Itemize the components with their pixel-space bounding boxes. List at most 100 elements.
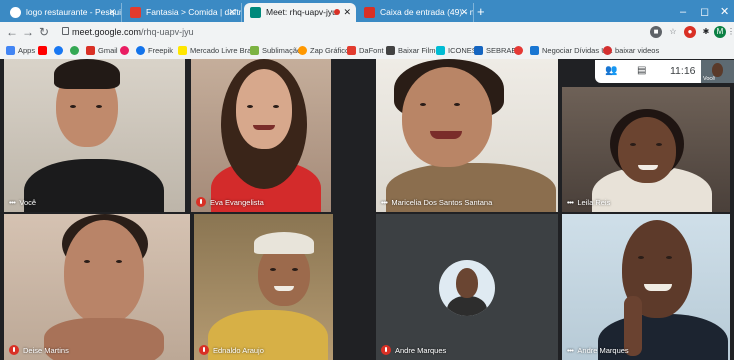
new-tab-button[interactable]: + xyxy=(477,3,485,21)
apps-grid-icon xyxy=(6,46,15,55)
extension-icon[interactable]: ● xyxy=(684,26,696,38)
flower-icon xyxy=(120,46,129,55)
bookmark-gmail[interactable]: Gmail xyxy=(86,42,118,59)
browser-tab-gmail[interactable]: Caixa de entrada (49) - marcelin... ✕ xyxy=(358,3,474,22)
bookmark-sebrae[interactable]: SEBRAE xyxy=(474,42,516,59)
self-view[interactable]: Você xyxy=(701,60,734,83)
participant-tile[interactable]: Andre Marques xyxy=(376,214,558,360)
bookmark-zap-grafico[interactable]: Zap Gráfico xyxy=(298,42,349,59)
participant-video xyxy=(4,59,185,212)
participant-video xyxy=(562,87,730,212)
red-circle-icon xyxy=(514,46,523,55)
bookmark-apps[interactable]: Apps xyxy=(6,42,35,59)
address-toolbar: ← → ↻ meet.google.com/rhq-uapv-jyu ■ ☆ ●… xyxy=(0,22,734,42)
chat-icon[interactable]: ▤ xyxy=(637,64,646,78)
maximize-button[interactable]: ◻ xyxy=(700,3,709,21)
bookmark-facebook[interactable] xyxy=(54,42,66,59)
reload-icon[interactable]: ↻ xyxy=(39,24,49,40)
menu-kebab-icon[interactable]: ⋮ xyxy=(727,26,734,38)
freepik-icon xyxy=(136,46,145,55)
camera-indicator-icon[interactable]: ■ xyxy=(650,26,662,38)
minimize-button[interactable]: – xyxy=(680,3,686,21)
participant-tile[interactable]: Deise Martins xyxy=(4,214,190,360)
forward-arrow-icon[interactable]: → xyxy=(22,24,34,40)
gmail-icon xyxy=(86,46,95,55)
browser-tab-dafont[interactable]: Fantasia > Comida | daftrd.com ✕ xyxy=(124,3,242,22)
people-icon[interactable]: 👥 xyxy=(605,64,617,78)
audio-level-icon: ••• xyxy=(381,198,388,207)
mercado-livre-icon xyxy=(178,46,187,55)
sublimacao-icon xyxy=(250,46,259,55)
bookmark-whatsapp[interactable] xyxy=(70,42,82,59)
meeting-clock: 11:16 xyxy=(670,65,696,77)
bookmark-dafont[interactable]: DaFont xyxy=(347,42,384,59)
participant-tile[interactable]: ••• Você xyxy=(4,59,185,212)
participant-tile[interactable]: Ednaldo Araujo xyxy=(194,214,333,360)
participant-name: ••• Você xyxy=(9,198,37,207)
self-view-label: Você xyxy=(703,76,716,82)
google-icon xyxy=(10,7,21,18)
whatsapp-icon xyxy=(70,46,79,55)
sebrae-icon xyxy=(474,46,483,55)
gmail-icon xyxy=(364,7,375,18)
participant-tile[interactable]: ••• Andre Marques xyxy=(562,214,730,360)
daft-icon xyxy=(130,7,141,18)
mic-off-icon xyxy=(381,345,391,355)
participant-tile[interactable]: ••• Leila Reis xyxy=(562,87,730,212)
bookmark-pink[interactable] xyxy=(120,42,132,59)
negociar-icon xyxy=(530,46,539,55)
facebook-icon xyxy=(54,46,63,55)
bookmark-sublimacao[interactable]: Sublimação xyxy=(250,42,301,59)
close-tab-icon[interactable]: ✕ xyxy=(228,3,236,22)
audio-level-icon: ••• xyxy=(567,198,574,207)
audio-level-icon: ••• xyxy=(567,346,574,355)
folder-icon xyxy=(386,46,395,55)
browser-tab-meet[interactable]: Meet: rhq-uapv-jyu ✕ xyxy=(244,3,356,22)
zap-grafico-icon xyxy=(298,46,307,55)
bookmark-star-icon[interactable]: ☆ xyxy=(667,26,679,38)
back-arrow-icon[interactable]: ← xyxy=(6,24,18,40)
browser-tab-google[interactable]: logo restaurante - Pesquisa Goo... ✕ xyxy=(4,3,122,22)
bookmark-negociar-dividas[interactable]: Negociar Dívidas U... xyxy=(530,42,613,59)
lock-icon xyxy=(62,27,69,35)
bookmark-youtube[interactable] xyxy=(38,42,50,59)
participant-video xyxy=(4,214,190,360)
participant-tile[interactable]: ••• Maricelia Dos Santos Santana xyxy=(376,59,558,212)
bookmark-mercado-livre[interactable]: Mercado Livre Brasil xyxy=(178,42,258,59)
bookmark-freepik[interactable]: Freepik xyxy=(136,42,173,59)
mic-off-icon xyxy=(199,345,209,355)
bookmarks-bar: Apps Gmail Freepik Mercado Livre Brasil … xyxy=(0,42,734,60)
participant-video xyxy=(194,214,333,360)
participant-name: ••• Leila Reis xyxy=(567,198,611,207)
recording-dot-icon xyxy=(334,9,340,15)
participant-video xyxy=(191,59,331,212)
participant-tile[interactable]: Eva Evangelista xyxy=(191,59,331,212)
bookmark-red[interactable] xyxy=(514,42,526,59)
dafont-icon xyxy=(347,46,356,55)
participant-name: ••• Andre Marques xyxy=(567,346,629,355)
bookmark-baixar-videos[interactable]: baixar videos xyxy=(603,42,659,59)
baixar-videos-icon xyxy=(603,46,612,55)
participant-avatar xyxy=(439,260,495,316)
bookmark-icones[interactable]: ICONES xyxy=(436,42,477,59)
meet-video-grid: ••• Você Eva Evangelista ••• Maricelia Dos… xyxy=(0,59,734,360)
close-tab-icon[interactable]: ✕ xyxy=(343,3,351,22)
participant-name: Eva Evangelista xyxy=(196,197,264,208)
url-field[interactable]: meet.google.com/rhq-uapv-jyu xyxy=(58,25,588,39)
youtube-icon xyxy=(38,46,47,55)
icones-icon xyxy=(436,46,445,55)
tab-label: Meet: rhq-uapv-jyu xyxy=(266,7,337,17)
participant-video xyxy=(562,214,730,360)
participant-video xyxy=(376,59,558,212)
meet-info-panel: 👥 ▤ 11:16 xyxy=(595,60,710,83)
profile-avatar-icon[interactable]: M xyxy=(714,26,726,38)
extensions-puzzle-icon[interactable]: ✱ xyxy=(700,26,712,38)
mic-off-icon xyxy=(196,197,206,207)
close-window-button[interactable]: ✕ xyxy=(720,3,729,21)
bookmark-baixar-filme[interactable]: Baixar Filme xyxy=(386,42,440,59)
close-tab-icon[interactable]: ✕ xyxy=(460,3,468,22)
audio-level-icon: ••• xyxy=(9,198,16,207)
mic-off-icon xyxy=(9,345,19,355)
close-tab-icon[interactable]: ✕ xyxy=(108,3,116,22)
browser-tab-strip: logo restaurante - Pesquisa Goo... ✕ Fan… xyxy=(0,0,734,22)
